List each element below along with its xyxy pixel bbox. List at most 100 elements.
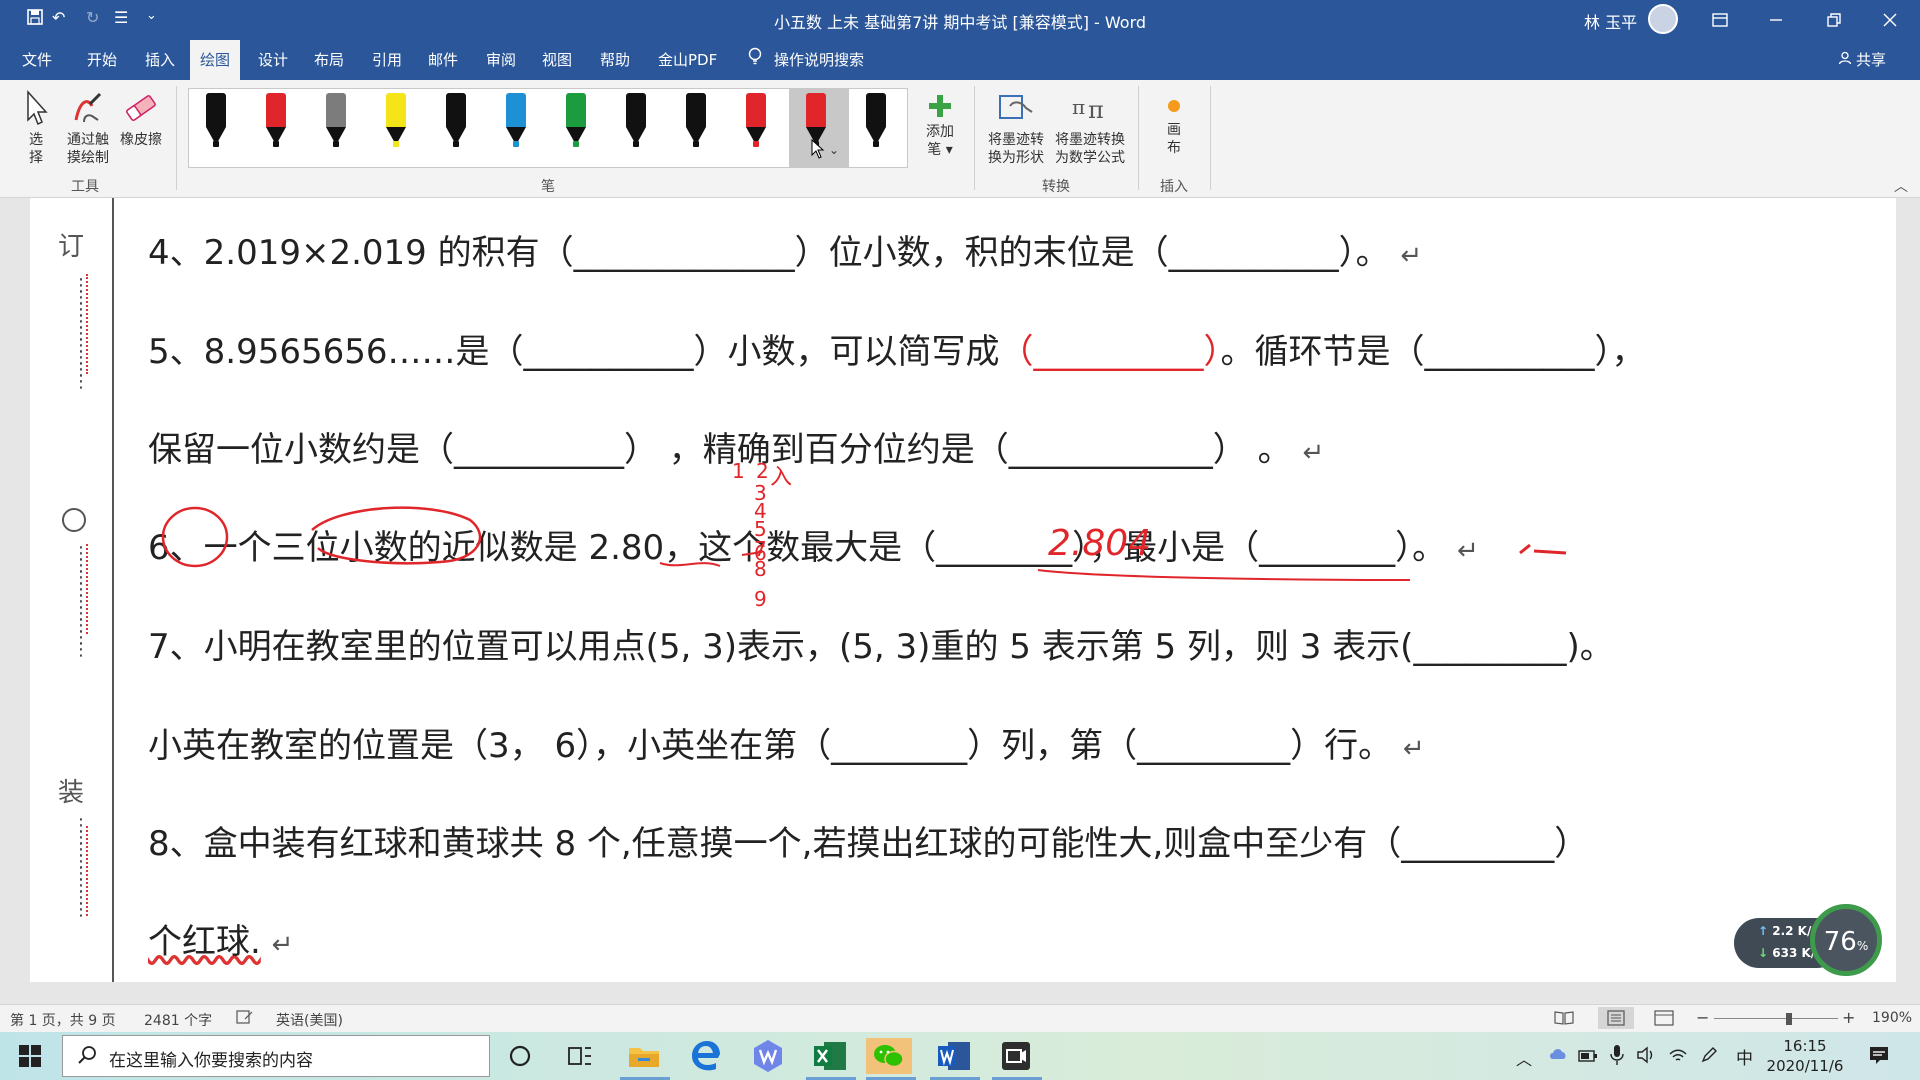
pen-3[interactable] bbox=[323, 93, 349, 149]
clock[interactable]: 16:15 2020/11/6 bbox=[1760, 1036, 1850, 1076]
show-hidden-icons[interactable]: ︿ bbox=[1516, 1046, 1532, 1070]
zoom-out-button[interactable]: − bbox=[1696, 1008, 1709, 1027]
tab-help[interactable]: 帮助 bbox=[590, 40, 640, 80]
pen-4[interactable] bbox=[383, 93, 409, 149]
tab-view[interactable]: 视图 bbox=[532, 40, 582, 80]
tab-layout[interactable]: 布局 bbox=[304, 40, 354, 80]
touch-draw-icon bbox=[74, 92, 102, 123]
word-icon[interactable] bbox=[936, 1038, 972, 1074]
ime-indicator[interactable]: 中 bbox=[1736, 1044, 1753, 1069]
eraser-button[interactable]: 橡皮擦 bbox=[116, 90, 166, 149]
question-5-line-1[interactable]: 5、8.9565656……是（__________）小数，可以简写成（_____… bbox=[148, 324, 1646, 373]
tab-file[interactable]: 文件 bbox=[12, 40, 62, 80]
mouse-cursor-icon bbox=[811, 138, 825, 163]
zoom-level[interactable]: 190% bbox=[1872, 1010, 1912, 1026]
pen-9[interactable] bbox=[683, 93, 709, 149]
wechat-icon[interactable] bbox=[866, 1038, 912, 1074]
ink-to-shape-label: 将墨迹转 换为形状 bbox=[988, 132, 1044, 166]
minimize-icon[interactable] bbox=[1756, 6, 1796, 34]
up-arrow-icon: ↑ bbox=[1758, 924, 1769, 938]
question-7-line-1[interactable]: 7、小明在教室里的位置可以用点(5, 3)表示，(5, 3)重的 5 表示第 5… bbox=[148, 619, 1614, 668]
chevron-down-icon[interactable]: ⌄ bbox=[829, 143, 839, 157]
volume-icon[interactable] bbox=[1636, 1046, 1656, 1068]
add-pen-button[interactable]: 添加 笔 ▾ bbox=[918, 94, 962, 159]
close-icon[interactable] bbox=[1870, 6, 1910, 34]
user-name[interactable]: 林 玉平 bbox=[1584, 9, 1637, 33]
eraser-label: 橡皮擦 bbox=[120, 132, 162, 148]
question-8-line-2[interactable]: 个红球. ↵ bbox=[148, 914, 293, 963]
ribbon-display-options-icon[interactable] bbox=[1700, 6, 1740, 34]
pen-nib bbox=[873, 141, 879, 147]
share-button[interactable]: 共享 bbox=[1838, 40, 1886, 80]
battery-icon[interactable] bbox=[1578, 1048, 1598, 1067]
question-5-line-2[interactable]: 保留一位小数约是（__________） ，精确到百分位约是（_________… bbox=[148, 422, 1324, 471]
tab-kingsoft-pdf[interactable]: 金山PDF bbox=[648, 40, 727, 80]
tab-draw[interactable]: 绘图 bbox=[190, 40, 241, 80]
network-speed-widget[interactable]: ↑ 2.2 K/s ↓ 633 K/s 76% bbox=[1734, 904, 1882, 978]
task-view-icon[interactable] bbox=[562, 1038, 598, 1074]
pen-body bbox=[386, 93, 406, 127]
word-count[interactable]: 2481 个字 bbox=[144, 1010, 212, 1030]
ribbon-tabs: 文件 开始 插入 绘图 设计 布局 引用 邮件 审阅 视图 帮助 金山PDF 操… bbox=[0, 40, 1920, 80]
microphone-icon[interactable] bbox=[1610, 1044, 1624, 1070]
wifi-icon[interactable] bbox=[1668, 1046, 1688, 1068]
collapse-ribbon-icon[interactable]: ︿ bbox=[1894, 176, 1908, 196]
pen-1[interactable] bbox=[203, 93, 229, 149]
pen-12[interactable] bbox=[863, 93, 889, 149]
touch-draw-button[interactable]: 通过触 摸绘制 bbox=[60, 90, 116, 167]
pen-6[interactable] bbox=[503, 93, 529, 149]
notification-icon[interactable] bbox=[1868, 1044, 1890, 1070]
tab-home[interactable]: 开始 bbox=[77, 40, 127, 80]
insert-group-label: 插入 bbox=[1160, 179, 1188, 195]
canvas-icon bbox=[1168, 100, 1180, 112]
tab-insert[interactable]: 插入 bbox=[135, 40, 185, 80]
edge-icon[interactable] bbox=[688, 1038, 724, 1074]
zoom-slider-track[interactable] bbox=[1714, 1018, 1838, 1019]
cortana-icon[interactable] bbox=[502, 1038, 538, 1074]
tell-me-search[interactable]: 操作说明搜索 bbox=[748, 40, 864, 80]
start-button[interactable] bbox=[0, 1032, 60, 1080]
pens-group-label: 笔 bbox=[541, 179, 555, 195]
tools-group-label: 工具 bbox=[71, 179, 99, 195]
pen-tray-icon[interactable] bbox=[1700, 1046, 1718, 1068]
proofing-icon[interactable] bbox=[236, 1010, 254, 1028]
tab-mailings[interactable]: 邮件 bbox=[418, 40, 468, 80]
ink-to-math-button[interactable]: ππ 将墨迹转换 为数学公式 bbox=[1052, 90, 1128, 167]
select-button[interactable]: 选 择 bbox=[18, 90, 54, 167]
ink-to-shape-button[interactable]: 将墨迹转 换为形状 bbox=[984, 90, 1048, 167]
search-icon bbox=[78, 1046, 96, 1064]
file-explorer-icon[interactable] bbox=[626, 1038, 662, 1074]
taskbar-search[interactable]: 在这里输入你要搜索的内容 bbox=[62, 1035, 490, 1077]
question-5-text-2: 保留一位小数约是（__________） ，精确到百分位约是（_________… bbox=[148, 430, 1292, 470]
group-divider bbox=[1138, 86, 1139, 190]
question-6[interactable]: 6、一个三位小数的近似数是 2.80，这个数最大是（________），最小是（… bbox=[148, 520, 1479, 569]
screen-recorder-icon[interactable] bbox=[998, 1038, 1034, 1074]
question-8-line-1[interactable]: 8、盒中装有红球和黄球共 8 个,任意摸一个,若摸出红球的可能性大,则盒中至少有… bbox=[148, 816, 1588, 865]
pen-10[interactable] bbox=[743, 93, 769, 149]
question-4[interactable]: 4、2.019×2.019 的积有（_____________）位小数，积的末位… bbox=[148, 225, 1422, 274]
wps-writer-icon[interactable] bbox=[750, 1038, 786, 1074]
tab-design[interactable]: 设计 bbox=[248, 40, 298, 80]
pen-7[interactable] bbox=[563, 93, 589, 149]
language[interactable]: 英语(美国) bbox=[276, 1010, 343, 1030]
cloud-icon[interactable] bbox=[1548, 1046, 1568, 1066]
zoom-slider-thumb[interactable] bbox=[1786, 1013, 1792, 1025]
web-layout-icon[interactable] bbox=[1654, 1010, 1674, 1030]
drawing-canvas-button[interactable]: 画 布 bbox=[1152, 96, 1196, 157]
print-layout-icon[interactable] bbox=[1598, 1007, 1634, 1029]
question-7-line-2[interactable]: 小英在教室的位置是（3， 6），小英坐在第（________）列，第（_____… bbox=[148, 718, 1425, 767]
tab-review[interactable]: 审阅 bbox=[476, 40, 526, 80]
pen-8[interactable] bbox=[623, 93, 649, 149]
zoom-in-button[interactable]: + bbox=[1842, 1008, 1855, 1027]
binding-char-top: 订 bbox=[58, 232, 85, 262]
pen-2[interactable] bbox=[263, 93, 289, 149]
pen-gallery[interactable]: ⌄ bbox=[188, 88, 908, 168]
tab-references[interactable]: 引用 bbox=[362, 40, 412, 80]
convert-group-label: 转换 bbox=[1042, 179, 1070, 195]
avatar[interactable] bbox=[1648, 4, 1678, 34]
page-count[interactable]: 第 1 页，共 9 页 bbox=[10, 1010, 116, 1030]
restore-icon[interactable] bbox=[1814, 6, 1854, 34]
pen-5[interactable] bbox=[443, 93, 469, 149]
excel-icon[interactable] bbox=[812, 1038, 848, 1074]
read-mode-icon[interactable] bbox=[1554, 1010, 1574, 1030]
